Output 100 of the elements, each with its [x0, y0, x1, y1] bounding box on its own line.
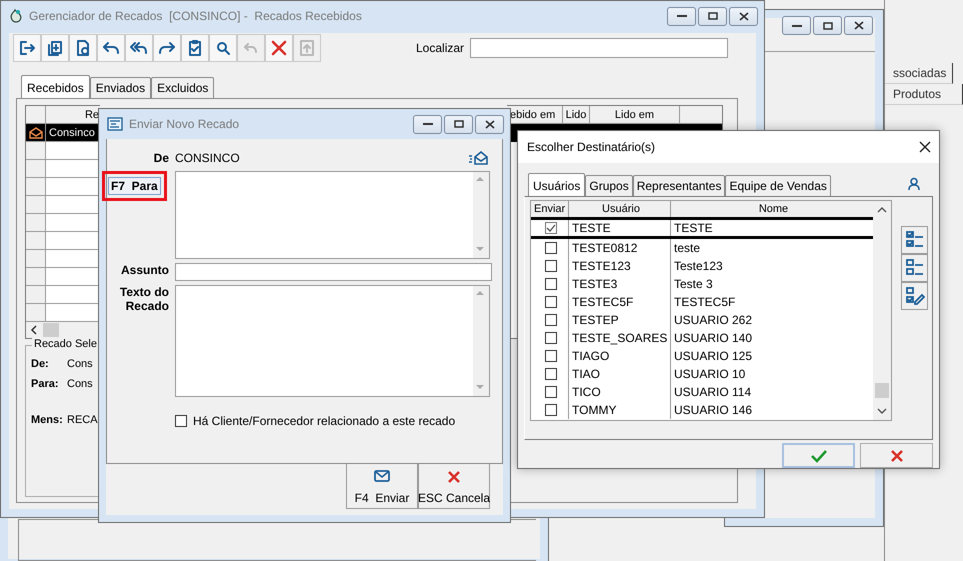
table-row[interactable]: TESTE TESTE: [531, 220, 873, 239]
table-row[interactable]: TESTEP USUARIO 262: [531, 311, 873, 329]
field-value: Cons: [67, 378, 93, 390]
cancel-button[interactable]: [860, 443, 933, 468]
cancel-button[interactable]: ESC Cancela: [418, 464, 490, 509]
search-button[interactable]: [209, 34, 237, 62]
table-row[interactable]: TOMMY USUARIO 146: [531, 401, 873, 419]
field-label: Mens:: [31, 414, 64, 426]
tab[interactable]: Usuários: [528, 173, 586, 196]
tab[interactable]: Produtos: [885, 84, 963, 105]
close-button[interactable]: [729, 6, 758, 26]
close-icon: [854, 21, 864, 30]
table-row[interactable]: TIAGO USUARIO 125: [531, 347, 873, 365]
table-cell: TESTE3: [572, 277, 618, 291]
minimize-button[interactable]: [667, 6, 696, 26]
tab[interactable]: ssociadas: [885, 63, 953, 84]
minimize-icon: [422, 122, 432, 126]
minimize-button[interactable]: [413, 114, 442, 134]
checkbox[interactable]: [545, 314, 557, 326]
checklist-icon: [904, 258, 924, 278]
field-label: Para:: [31, 378, 60, 390]
table-row[interactable]: TESTE0812 teste: [531, 239, 873, 257]
table-cell: USUARIO 114: [674, 385, 752, 399]
search-icon: [214, 39, 232, 57]
checklist-edit-icon: [904, 286, 924, 306]
checkbox[interactable]: [545, 242, 557, 254]
table-cell: TESTE_SOARES: [572, 331, 668, 345]
envelope-icon: [374, 470, 390, 482]
column-header: Nome: [758, 203, 788, 215]
check-all-button[interactable]: [901, 226, 928, 254]
close-icon: [447, 470, 461, 484]
preview-button[interactable]: [69, 34, 97, 62]
checklist-button[interactable]: [181, 34, 209, 62]
invert-button[interactable]: [901, 282, 928, 310]
reply-all-button[interactable]: [125, 34, 153, 62]
checkbox[interactable]: [545, 332, 557, 344]
ok-button[interactable]: [782, 443, 855, 468]
tab[interactable]: Grupos: [585, 175, 633, 196]
checkbox[interactable]: [545, 404, 557, 416]
tab[interactable]: Enviados: [90, 77, 152, 98]
table-row[interactable]: TICO USUARIO 114: [531, 383, 873, 401]
envelope-icon[interactable]: [468, 151, 488, 165]
table-row[interactable]: TESTE_SOARES USUARIO 140: [531, 329, 873, 347]
checkbox[interactable]: [545, 368, 557, 380]
close-icon: [738, 12, 748, 20]
column-header: Lido em: [614, 108, 654, 120]
send-button[interactable]: F4 Enviar: [346, 464, 418, 509]
maximize-button[interactable]: [813, 16, 842, 35]
checkbox[interactable]: [545, 260, 557, 272]
close-icon[interactable]: [919, 141, 931, 153]
delete-button[interactable]: [265, 34, 293, 62]
close-button[interactable]: [844, 16, 873, 35]
person-icon[interactable]: [907, 177, 921, 191]
table-row[interactable]: TIAO USUARIO 10: [531, 365, 873, 383]
close-icon: [484, 120, 494, 128]
window-title: Gerenciador de Recados [CONSINCO] - Recados Recebidos: [29, 9, 362, 23]
checkbox-label: Há Cliente/Fornecedor relacionado a este recado: [193, 414, 456, 428]
reply-button[interactable]: [97, 34, 125, 62]
delete-icon: [270, 39, 288, 57]
table-cell: TESTEC5F: [674, 295, 736, 309]
scroll-up-icon[interactable]: [876, 205, 888, 215]
uncheck-all-button[interactable]: [901, 254, 928, 282]
forward-button[interactable]: [153, 34, 181, 62]
table-row[interactable]: TESTE3 Teste 3: [531, 275, 873, 293]
tab[interactable]: Equipe de Vendas: [725, 175, 831, 196]
checkbox[interactable]: [175, 415, 187, 427]
recipient-button[interactable]: F7 Para: [108, 177, 161, 195]
close-button[interactable]: [475, 114, 504, 134]
table-cell: USUARIO 10: [674, 367, 746, 381]
subject-field[interactable]: [175, 263, 492, 281]
scrollbar-thumb[interactable]: [875, 383, 889, 398]
column-header: Enviar: [534, 203, 566, 215]
checkbox[interactable]: [545, 296, 557, 308]
scroll-left-icon[interactable]: [29, 325, 39, 335]
tab[interactable]: Recebidos: [21, 75, 90, 98]
maximize-button[interactable]: [444, 114, 473, 134]
checkbox[interactable]: [545, 386, 557, 398]
checkbox[interactable]: [545, 278, 557, 290]
scroll-down-icon[interactable]: [876, 406, 888, 416]
table-cell: TESTEP: [572, 313, 619, 327]
new-button[interactable]: [41, 34, 69, 62]
column-header: Usuário: [602, 203, 640, 215]
checkbox[interactable]: [545, 350, 557, 362]
minimize-button[interactable]: [782, 16, 811, 35]
maximize-button[interactable]: [698, 6, 727, 26]
scrollbar-thumb[interactable]: [43, 323, 59, 337]
new-icon: [46, 39, 64, 57]
table-cell: Teste 3: [674, 277, 713, 291]
table-row[interactable]: TESTE123 Teste123: [531, 257, 873, 275]
app-icon: [9, 8, 23, 24]
maximize-icon: [708, 12, 718, 20]
field-label: Assunto: [120, 263, 169, 279]
table-cell: TESTE0812: [572, 241, 638, 255]
tab[interactable]: Excluidos: [151, 77, 214, 98]
exit-button[interactable]: [13, 34, 41, 62]
checkbox[interactable]: [545, 222, 557, 234]
search-field[interactable]: [470, 38, 728, 58]
table-cell: TICO: [572, 385, 601, 399]
tab[interactable]: Representantes: [632, 175, 726, 196]
table-row[interactable]: TESTEC5F TESTEC5F: [531, 293, 873, 311]
